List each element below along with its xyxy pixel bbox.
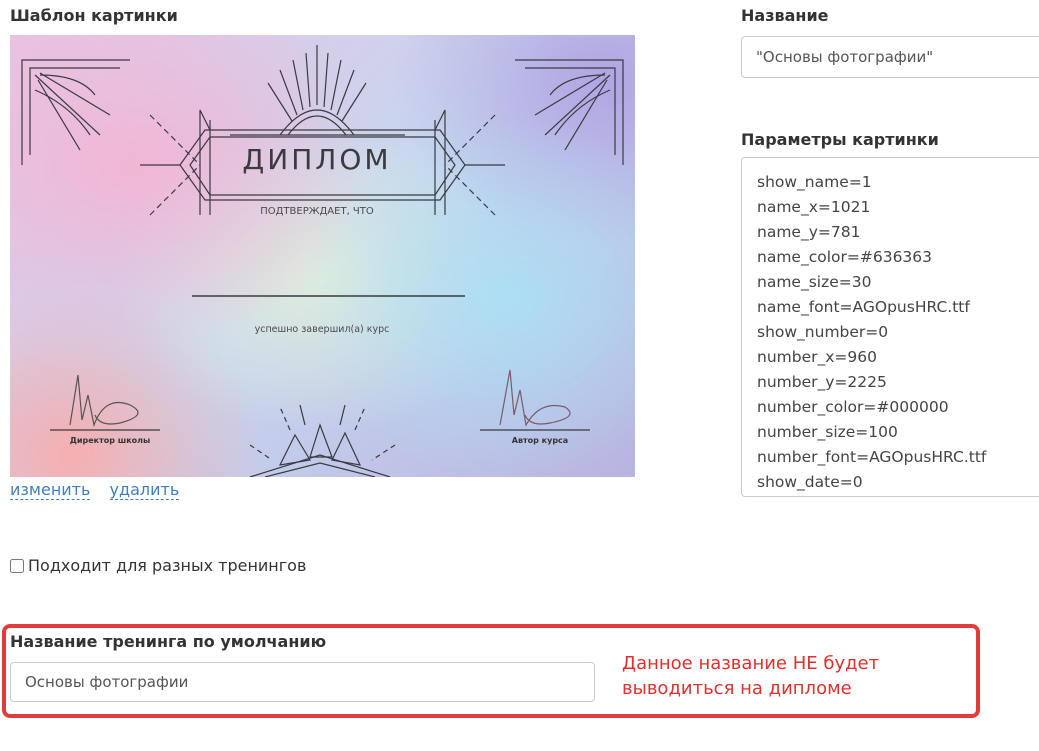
params-line: number_y=2225 [757,373,887,391]
certificate-signature-left: Директор школы [70,436,150,445]
edit-template-link[interactable]: изменить [10,480,91,500]
params-line: show_name=1 [757,173,872,191]
certificate-completed-text: успешно завершил(а) курс [255,324,390,335]
certificate-subtitle: ПОДТВЕРЖДАЕТ, ЧТО [260,206,374,217]
multi-training-option: Подходит для разных тренингов [10,556,306,575]
params-line: number_size=100 [757,423,898,441]
certificate-title: ДИПЛОМ [242,143,391,176]
name-label: Название [741,6,829,25]
multi-training-checkbox[interactable] [10,558,24,573]
template-actions: изменить удалить [10,480,193,500]
delete-template-link[interactable]: удалить [109,480,180,500]
params-line: name_font=AGOpusHRC.ttf [757,298,970,316]
params-line: name_size=30 [757,273,872,291]
params-label: Параметры картинки [741,130,939,149]
params-line: show_date=0 [757,473,863,491]
params-line: number_color=#000000 [757,398,949,416]
params-line: number_font=AGOpusHRC.ttf [757,448,987,466]
multi-training-label: Подходит для разных тренингов [28,556,307,575]
params-line: name_color=#636363 [757,248,933,266]
default-training-note: Данное название НЕ будет выводиться на д… [622,651,922,701]
params-line: show_number=0 [757,323,889,341]
params-line: number_x=960 [757,348,877,366]
params-line: name_y=781 [757,223,861,241]
note-line-1: Данное название НЕ будет [622,653,880,674]
params-textarea[interactable]: show_name=1 name_x=1021 name_y=781 name_… [741,157,1039,497]
certificate-preview: ДИПЛОМ ПОДТВЕРЖДАЕТ, ЧТО успешно заверши… [10,35,635,477]
name-input[interactable] [741,36,1039,78]
note-line-2: выводиться на дипломе [622,678,852,699]
params-line: name_x=1021 [757,198,871,216]
certificate-signature-right: Автор курса [512,436,568,445]
default-training-label: Название тренинга по умолчанию [10,632,327,651]
default-training-input[interactable] [10,662,595,702]
template-label: Шаблон картинки [10,6,178,25]
certificate-ornament: ДИПЛОМ ПОДТВЕРЖДАЕТ, ЧТО успешно заверши… [21,45,624,477]
